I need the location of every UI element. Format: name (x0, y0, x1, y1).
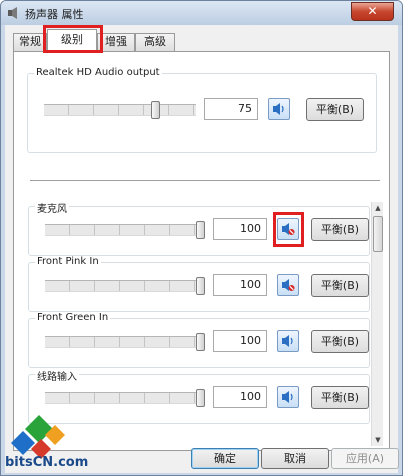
ok-button[interactable]: 确定 (191, 448, 259, 469)
scroll-thumb[interactable] (373, 216, 383, 252)
input-volume-value[interactable]: 100 (213, 386, 267, 408)
speaker-icon (282, 335, 293, 347)
scroll-up-arrow[interactable]: ▲ (372, 202, 384, 214)
input-group: 麦克风 100 平衡(B) (28, 202, 370, 256)
cancel-button[interactable]: 取消 (261, 448, 329, 469)
input-volume-thumb[interactable] (196, 389, 205, 407)
input-volume-value[interactable]: 100 (213, 218, 267, 240)
input-mute-button[interactable] (277, 330, 299, 352)
input-group: Front Green In 100 平衡(B) (28, 312, 370, 368)
input-volume-slider[interactable] (45, 333, 205, 351)
main-volume-thumb[interactable] (151, 101, 160, 119)
close-button[interactable]: ✕ (351, 2, 394, 21)
window-title: 扬声器 属性 (25, 8, 84, 21)
input-group: Front Pink In 100 平衡(B) (28, 256, 370, 312)
speaker-window-icon (8, 7, 17, 19)
scroll-down-arrow[interactable]: ▼ (372, 434, 384, 446)
input-label: Front Green In (35, 312, 111, 323)
input-mute-button[interactable] (277, 386, 299, 408)
tab-enhancements[interactable]: 增强 (97, 33, 135, 51)
speaker-muted-icon (282, 279, 295, 291)
dialog-body: 常规 级别 增强 高级 Realtek HD Audio output 75 平… (5, 25, 399, 473)
main-device-group: Realtek HD Audio output 75 平衡(B) (27, 67, 377, 153)
input-label: 线路输入 (35, 368, 79, 383)
input-mute-button[interactable] (277, 218, 299, 240)
speaker-icon (282, 391, 293, 403)
input-volume-thumb[interactable] (196, 333, 205, 351)
input-volume-thumb[interactable] (196, 221, 205, 239)
main-volume-slider[interactable] (44, 101, 196, 119)
input-label: Front Pink In (35, 256, 101, 267)
tab-general[interactable]: 常规 (13, 33, 47, 51)
device-label: Realtek HD Audio output (34, 67, 162, 78)
tab-advanced[interactable]: 高级 (135, 33, 175, 51)
input-balance-button[interactable]: 平衡(B) (311, 274, 369, 297)
input-balance-button[interactable]: 平衡(B) (311, 330, 369, 353)
watermark-text: bitsCN.com (5, 455, 89, 470)
input-list-scrollbar[interactable]: ▲ ▼ (371, 202, 383, 446)
speaker-muted-icon (282, 223, 295, 235)
main-volume-value[interactable]: 75 (204, 98, 258, 120)
speaker-properties-window: 扬声器 属性 ✕ 常规 级别 增强 高级 Realtek HD Audio ou… (0, 0, 403, 476)
main-mute-button[interactable] (268, 98, 290, 120)
section-separator (30, 180, 380, 181)
levels-panel: Realtek HD Audio output 75 平衡(B) 麦克风 100 平… (13, 51, 390, 451)
input-mute-button[interactable] (277, 274, 299, 296)
input-volume-value[interactable]: 100 (213, 274, 267, 296)
main-balance-button[interactable]: 平衡(B) (306, 98, 364, 121)
input-balance-button[interactable]: 平衡(B) (311, 218, 369, 241)
input-balance-button[interactable]: 平衡(B) (311, 386, 369, 409)
input-label: 麦克风 (35, 202, 69, 215)
input-volume-value[interactable]: 100 (213, 330, 267, 352)
apply-button[interactable]: 应用(A) (331, 448, 399, 469)
input-volume-thumb[interactable] (196, 277, 205, 295)
tab-levels[interactable]: 级别 (47, 29, 97, 52)
speaker-icon (273, 103, 284, 115)
input-volume-slider[interactable] (45, 389, 205, 407)
input-volume-slider[interactable] (45, 277, 205, 295)
title-bar[interactable]: 扬声器 属性 ✕ (1, 1, 402, 25)
input-volume-slider[interactable] (45, 221, 205, 239)
